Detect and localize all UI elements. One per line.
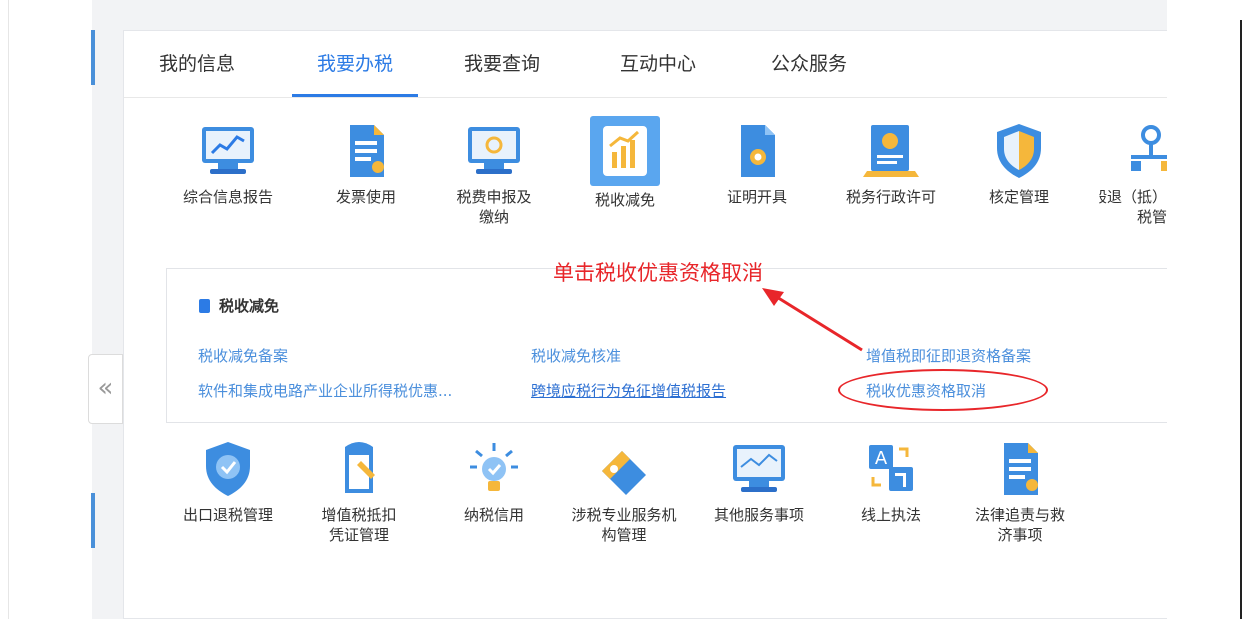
collapse-sidebar-button[interactable]: « — [88, 354, 123, 424]
tag-star-icon — [602, 451, 646, 495]
tab-my-info[interactable]: 我的信息 — [159, 31, 235, 97]
panel-title: 税收减免 — [199, 295, 279, 316]
annotation-instruction: 单击税收优惠资格取消 — [553, 261, 763, 285]
link-vat-refund-qualification[interactable]: 增值税即征即退资格备案 — [866, 345, 1031, 366]
link-software-ic-income-tax[interactable]: 软件和集成电路产业企业所得税优惠... — [198, 380, 452, 401]
service-tax-credit[interactable]: 纳税信用 — [434, 437, 554, 525]
service-export-refund[interactable]: 出口退税管理 — [168, 437, 288, 525]
invoice-document-icon — [350, 125, 384, 177]
right-divider — [1240, 20, 1242, 619]
service-label: 证明开具 — [726, 188, 787, 206]
service-label: 核定管理 — [988, 188, 1049, 206]
tab-tax-handling[interactable]: 我要办税 — [292, 31, 418, 97]
service-label: 线上执法 — [860, 506, 921, 524]
service-general-refund[interactable]: 一般退（抵）税管 — [1099, 119, 1167, 227]
translate-icon: A — [869, 445, 913, 491]
service-legal-remedy[interactable]: 法律追责与救济事项 — [960, 437, 1080, 545]
monitor-wave-icon — [733, 445, 785, 492]
service-label: 增值税抵扣凭证管理 — [321, 506, 397, 544]
service-comprehensive-report[interactable]: 综合信息报告 — [168, 119, 288, 207]
service-tax-reduction[interactable]: 税收减免 — [565, 116, 685, 210]
service-label: 税务行政许可 — [845, 188, 936, 206]
left-accent-mark — [91, 493, 95, 548]
service-label: 其他服务事项 — [713, 506, 804, 524]
document-edit-icon — [345, 442, 375, 493]
certificate-stamp-icon — [741, 125, 775, 177]
service-professional-agencies[interactable]: 涉税专业服务机构管理 — [564, 437, 684, 545]
service-admin-license[interactable]: 税务行政许可 — [831, 119, 951, 207]
book-icon — [199, 298, 210, 313]
service-label: 一般退（抵）税管 — [1099, 188, 1167, 226]
service-other-matters[interactable]: 其他服务事项 — [699, 437, 819, 525]
service-label: 出口退税管理 — [182, 506, 273, 524]
service-label: 纳税信用 — [463, 506, 524, 524]
service-online-enforcement[interactable]: A 线上执法 — [831, 437, 951, 525]
legal-document-icon — [1004, 443, 1038, 495]
service-tax-declaration[interactable]: 税费申报及缴纳 — [434, 119, 554, 227]
flow-chart-icon — [1131, 125, 1167, 171]
service-card: 我的信息 我要办税 我要查询 互动中心 公众服务 综合信息报告 发票使用 税费申… — [123, 30, 1167, 619]
service-label: 税费申报及缴纳 — [456, 188, 532, 226]
link-tax-reduction-filing[interactable]: 税收减免备案 — [198, 345, 288, 366]
annotation-arrow-icon — [762, 288, 863, 352]
tab-interaction-center[interactable]: 互动中心 — [620, 31, 696, 97]
lightbulb-check-icon — [470, 443, 518, 491]
service-assessment-management[interactable]: 核定管理 — [959, 119, 1079, 207]
service-label: 综合信息报告 — [182, 188, 273, 206]
service-vat-deduction[interactable]: 增值税抵扣凭证管理 — [299, 437, 419, 545]
tab-query[interactable]: 我要查询 — [464, 31, 540, 97]
link-cross-border-vat-exemption[interactable]: 跨境应税行为免征增值税报告 — [531, 380, 726, 401]
annotation-ellipse — [838, 369, 1048, 411]
service-label: 法律追责与救济事项 — [974, 506, 1065, 544]
panel-title-text: 税收减免 — [219, 297, 280, 315]
shield-check-icon — [206, 442, 250, 496]
service-invoice-usage[interactable]: 发票使用 — [306, 119, 426, 207]
service-label: 涉税专业服务机构管理 — [571, 506, 677, 544]
service-certificate-issuance[interactable]: 证明开具 — [697, 119, 817, 207]
tab-public-service[interactable]: 公众服务 — [771, 31, 847, 97]
left-accent-mark — [91, 30, 95, 85]
svg-text:A: A — [875, 448, 888, 469]
tab-bar: 我的信息 我要办税 我要查询 互动中心 公众服务 — [124, 31, 1167, 98]
chart-growth-icon — [590, 116, 660, 186]
license-award-icon — [863, 125, 919, 177]
link-tax-reduction-approval[interactable]: 税收减免核准 — [531, 345, 621, 366]
monitor-chart-icon — [202, 127, 254, 174]
shield-icon — [997, 124, 1041, 178]
page-left-edge — [8, 0, 9, 619]
service-label: 税收减免 — [594, 191, 655, 209]
monitor-coin-icon — [468, 127, 520, 174]
service-label: 发票使用 — [335, 188, 396, 206]
